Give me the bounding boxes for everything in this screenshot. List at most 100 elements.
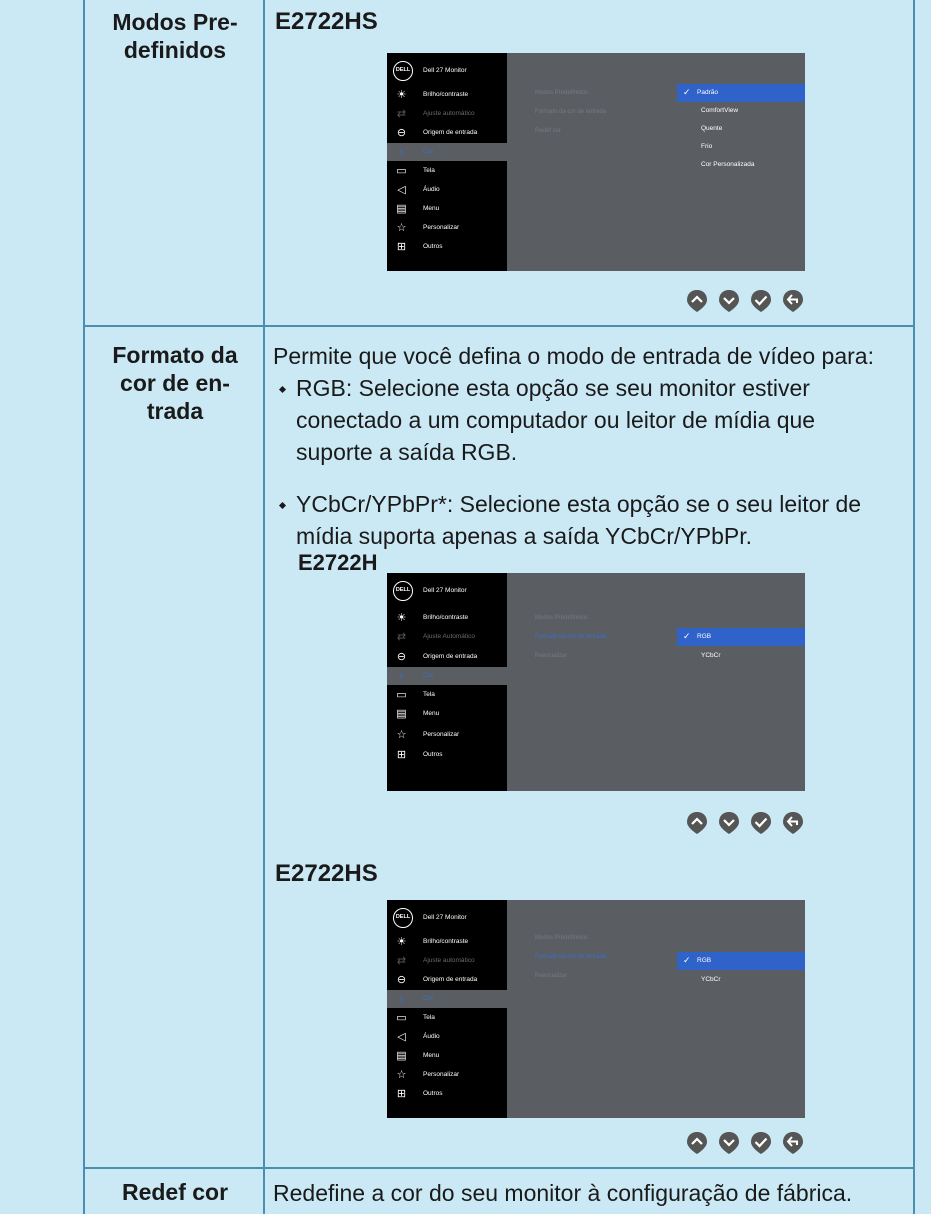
osd-item-audio: ◁ Áudio (387, 1028, 507, 1046)
osd-title: Dell 27 Monitor (423, 67, 467, 74)
nav-up-icon (686, 1131, 708, 1155)
redef-description: Redefine a cor do seu monitor à configur… (273, 1180, 853, 1206)
others-icon: ⊞ (396, 1088, 407, 1100)
nav-down-icon (718, 811, 740, 835)
input-source-icon: ⊖ (396, 127, 407, 139)
color-icon: ♁ (397, 670, 406, 682)
color-icon: ♁ (397, 993, 406, 1005)
osd-item-audio: ◁ Áudio (387, 181, 507, 199)
brightness-icon: ☀ (396, 89, 407, 101)
intro-text: Permite que você defina o modo de entrad… (273, 343, 874, 369)
model-heading: E2722HS (275, 8, 378, 35)
row-label-redef-cor: Redef cor (121, 1179, 229, 1205)
osd-sub-formato: Formato da cor de entrada (535, 634, 607, 640)
row-label-modos-predefinidos: Modos Pre- definidos (112, 9, 238, 63)
osd-sub-modos: Modos Predefinidos (535, 935, 589, 941)
row-label-formato-cor: Formato da cor de en- trada (112, 342, 238, 424)
display-icon: ▭ (396, 1012, 407, 1024)
osd-item-personalizar: ☆ Personalizar (396, 729, 460, 741)
osd-screenshot-modos: DELL Dell 27 Monitor ☀ Brilho/contraste ⇄… (387, 53, 805, 271)
model-heading-e2722hs: E2722HS (275, 860, 378, 887)
osd-screenshot-e2722h: DELL Dell 27 Monitor ☀ Brilho/contraste ⇄… (387, 573, 805, 791)
nav-up-icon (686, 811, 708, 835)
osd-item-personalizar: ☆ Personalizar (396, 222, 460, 234)
osd-item-cor: ♁ Cor (387, 990, 507, 1008)
osd-item-brilho: ☀ Brilho/contraste (396, 612, 469, 624)
bullet-rgb-line2: conectado a um computador ou leitor de m… (296, 407, 816, 433)
osd-item-origem: ⊖ Origem de entrada (396, 974, 478, 986)
osd-item-menu: ▤ Menu (396, 708, 440, 720)
personalize-icon: ☆ (396, 222, 407, 234)
osd-item-ajuste: ⇄ Ajuste automático (396, 108, 475, 120)
osd-item-personalizar: ☆ Personalizar (396, 1069, 460, 1081)
personalize-icon: ☆ (396, 1069, 407, 1081)
osd-item-tela: ▭ Tela (396, 1012, 435, 1024)
osd-screenshot-e2722hs: DELL Dell 27 Monitor ☀ Brilho/contraste ⇄… (387, 900, 805, 1118)
auto-adjust-icon: ⇄ (396, 955, 407, 967)
nav-buttons (686, 811, 806, 835)
nav-back-icon (782, 1131, 804, 1155)
osd-sub-reinicializar: Reinicializar (535, 973, 568, 979)
display-icon: ▭ (396, 689, 407, 701)
menu-icon: ▤ (396, 708, 407, 720)
bullet-ycbcr-text: Selecione esta opção se o seu leitor de (453, 491, 862, 517)
osd-sub-formato: Formato da cor de entrada (535, 954, 607, 960)
display-icon: ▭ (396, 165, 407, 177)
bullet-rgb-text: Selecione esta opção se seu monitor esti… (352, 375, 810, 401)
osd-item-tela: ▭ Tela (396, 165, 435, 177)
bullet-rgb-line3: suporte a saída RGB. (296, 439, 518, 465)
audio-icon: ◁ (397, 1031, 406, 1043)
dell-logo: DELL (393, 908, 413, 928)
others-icon: ⊞ (396, 749, 407, 761)
nav-back-icon (782, 289, 804, 313)
table-border-mid (263, 0, 265, 1214)
check-icon: ✓ (683, 631, 691, 641)
check-icon: ✓ (683, 955, 691, 965)
osd-item-cor: ♁ Cor (387, 143, 507, 161)
personalize-icon: ☆ (396, 729, 407, 741)
osd-item-brilho: ☀ Brilho/contraste (396, 89, 469, 101)
osd-sub-reinicializar: Reinicializar (535, 653, 568, 659)
osd-option-comfortview: ComfortView (701, 107, 739, 114)
nav-buttons (686, 1131, 806, 1155)
menu-icon: ▤ (396, 203, 407, 215)
osd-item-outros: ⊞ Outros (396, 1088, 443, 1100)
nav-ok-icon (750, 289, 772, 313)
bullet-ycbcr-title: YCbCr/YPbPr*: (296, 491, 454, 517)
row-divider-2 (83, 1167, 915, 1169)
bullet-rgb-title: RGB: (296, 375, 353, 401)
nav-down-icon (718, 1131, 740, 1155)
others-icon: ⊞ (396, 241, 407, 253)
osd-title: Dell 27 Monitor (423, 914, 467, 921)
osd-option-cor-personalizada: Cor Personalizada (701, 161, 755, 168)
nav-down-icon (718, 289, 740, 313)
osd-item-brilho: ☀ Brilho/contraste (396, 936, 469, 948)
osd-item-outros: ⊞ Outros (396, 241, 443, 253)
osd-option-frio: Frio (701, 143, 713, 150)
osd-item-ajuste: ⇄ Ajuste Automático (396, 631, 476, 643)
dell-logo: DELL (393, 581, 413, 601)
auto-adjust-icon: ⇄ (396, 108, 407, 120)
input-source-icon: ⊖ (396, 651, 407, 663)
row-divider-1 (83, 325, 915, 327)
brightness-icon: ☀ (396, 936, 407, 948)
table-border-left (83, 0, 85, 1214)
table-border-right (913, 0, 915, 1214)
bullet-rgb: RGB: Selecione esta opção se seu monitor… (296, 372, 906, 404)
osd-item-origem: ⊖ Origem de entrada (396, 651, 478, 663)
nav-back-icon (782, 811, 804, 835)
dell-logo: DELL (393, 61, 413, 81)
color-icon: ♁ (397, 146, 406, 158)
auto-adjust-icon: ⇄ (396, 631, 407, 643)
osd-option-quente: Quente (701, 125, 723, 132)
osd-sub-formato: Formato da cor de entrada (535, 109, 607, 115)
bullet-dot-1 (278, 385, 287, 394)
osd-item-ajuste: ⇄ Ajuste automático (396, 955, 475, 967)
nav-ok-icon (750, 811, 772, 835)
nav-buttons (686, 289, 806, 313)
check-icon: ✓ (683, 87, 691, 97)
osd-item-menu: ▤ Menu (396, 203, 440, 215)
osd-item-cor: ♁ Cor (387, 667, 507, 685)
osd-item-tela: ▭ Tela (396, 689, 435, 701)
osd-option-ycbcr: YCbCr (701, 976, 721, 983)
